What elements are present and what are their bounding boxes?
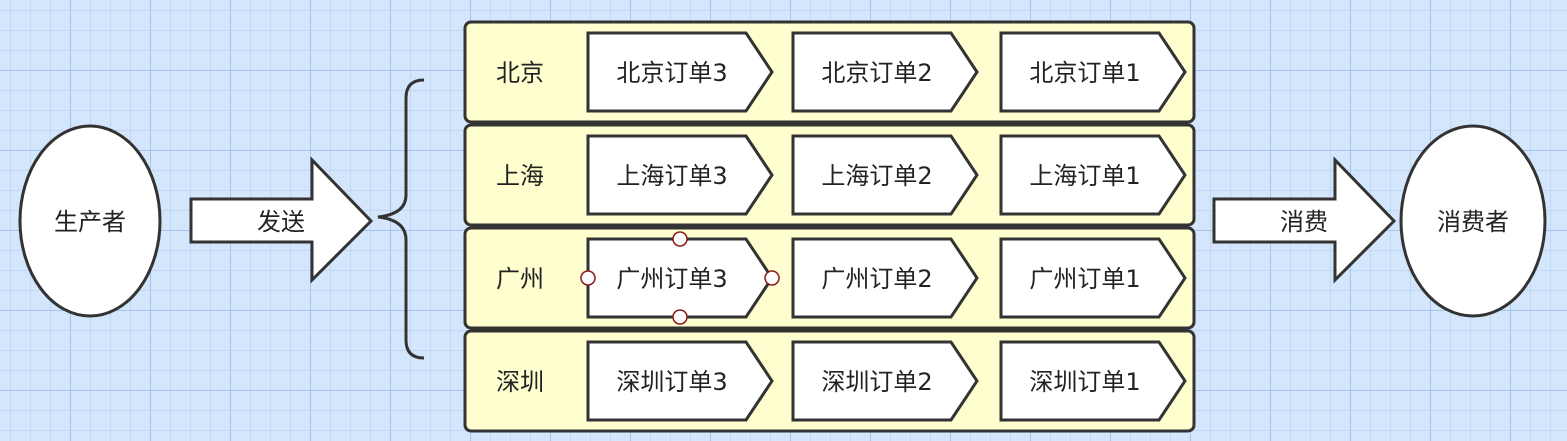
consume-arrow[interactable]: 消费: [1212, 156, 1397, 284]
consumer-node[interactable]: 消费者: [1399, 124, 1547, 318]
consumer-label: 消费者: [1437, 208, 1509, 236]
order-item[interactable]: 北京订单3: [586, 31, 774, 113]
order-label: 上海订单2: [821, 162, 932, 190]
order-item[interactable]: 北京订单2: [791, 31, 979, 113]
lane-label: 广州: [496, 265, 544, 293]
order-label: 北京订单1: [1029, 59, 1140, 87]
order-item[interactable]: 广州订单3: [580, 231, 780, 325]
order-label: 上海订单1: [1029, 162, 1140, 190]
order-label: 深圳订单2: [821, 368, 932, 396]
lane-label: 深圳: [496, 368, 544, 396]
order-label: 北京订单3: [616, 59, 727, 87]
order-item[interactable]: 上海订单3: [586, 134, 774, 216]
lane-row[interactable]: 北京 北京订单3 北京订单2 北京订单1: [463, 20, 1196, 124]
lanes-group: 北京 北京订单3 北京订单2 北京订单1 上海 上海订单3 上海订单2 上海订单1 广州 广州订单…: [463, 20, 1196, 433]
lane-label: 北京: [496, 59, 544, 87]
send-arrow-label: 发送: [257, 208, 305, 236]
producer-node[interactable]: 生产者: [18, 124, 162, 318]
order-item[interactable]: 深圳订单3: [586, 340, 774, 422]
order-label: 上海订单3: [616, 162, 727, 190]
order-item[interactable]: 广州订单1: [999, 237, 1187, 319]
lane-row[interactable]: 深圳 深圳订单3 深圳订单2 深圳订单1: [463, 329, 1196, 433]
order-item[interactable]: 广州订单2: [791, 237, 979, 319]
lane-row[interactable]: 上海 上海订单3 上海订单2 上海订单1: [463, 123, 1196, 227]
order-item[interactable]: 上海订单1: [999, 134, 1187, 216]
diagram-canvas: 生产者 发送 北京 北京订单3 北京订单2 北京订单1 上海 上海订单3 上海订单2 上海订单…: [18, 20, 1547, 433]
consume-arrow-label: 消费: [1280, 208, 1328, 236]
selection-handle-top[interactable]: [672, 231, 688, 247]
selection-handle-bottom[interactable]: [672, 309, 688, 325]
order-label: 深圳订单3: [616, 368, 727, 396]
order-item[interactable]: 深圳订单2: [791, 340, 979, 422]
lane-row[interactable]: 广州 广州订单3 广州订单2 广州订单1: [463, 226, 1196, 330]
order-label: 深圳订单1: [1029, 368, 1140, 396]
order-label: 北京订单2: [821, 59, 932, 87]
selection-handle-left[interactable]: [580, 270, 596, 286]
order-label: 广州订单3: [616, 265, 727, 293]
order-item[interactable]: 北京订单1: [999, 31, 1187, 113]
order-item[interactable]: 深圳订单1: [999, 340, 1187, 422]
order-label: 广州订单1: [1029, 265, 1140, 293]
send-arrow[interactable]: 发送: [189, 156, 374, 284]
curly-brace: [377, 78, 425, 360]
selection-handle-right[interactable]: [764, 270, 780, 286]
order-item[interactable]: 上海订单2: [791, 134, 979, 216]
lane-label: 上海: [496, 162, 544, 190]
order-label: 广州订单2: [821, 265, 932, 293]
producer-label: 生产者: [54, 208, 126, 236]
